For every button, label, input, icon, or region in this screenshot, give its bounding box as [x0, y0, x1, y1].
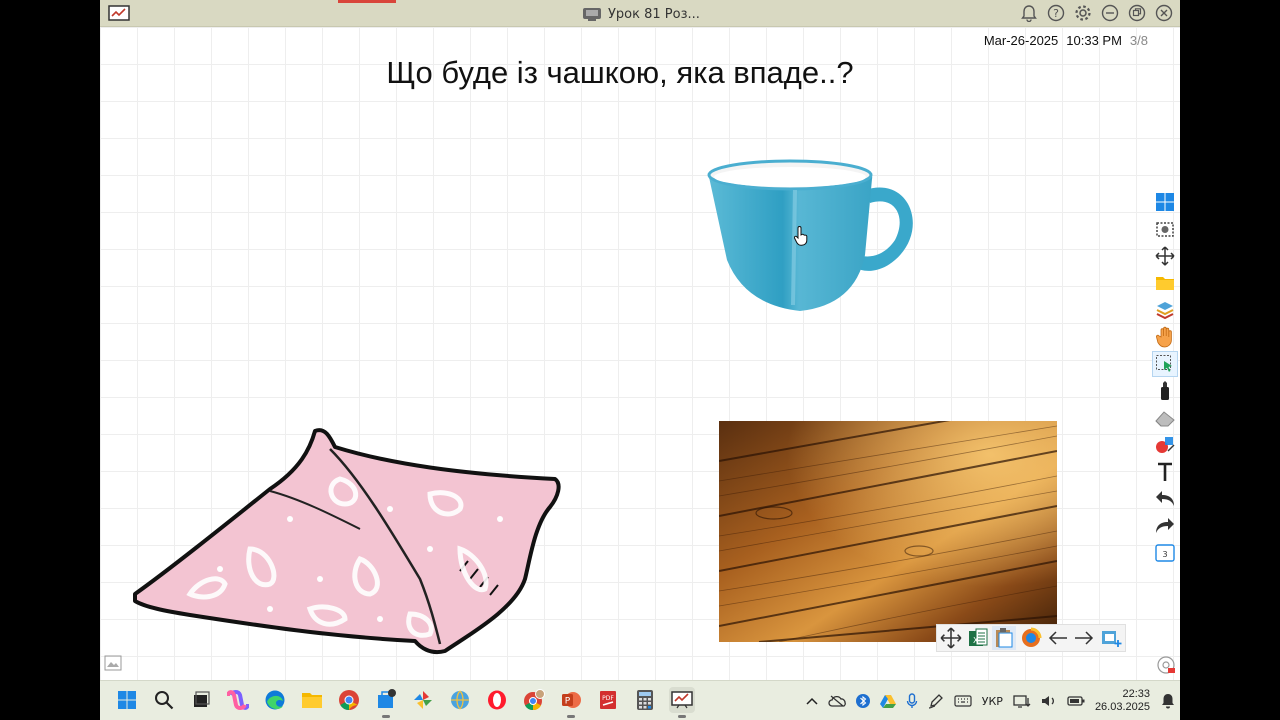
opera-icon[interactable]: [484, 687, 510, 713]
edge-icon[interactable]: [262, 687, 288, 713]
date-text: Mar-26-2025: [983, 33, 1059, 48]
globe-icon[interactable]: [447, 687, 473, 713]
shapes-icon[interactable]: [1153, 433, 1177, 457]
background-image-icon[interactable]: [104, 655, 122, 671]
explorer-icon[interactable]: [299, 687, 325, 713]
svg-text:P: P: [565, 697, 571, 707]
title-bar: Урок 81 Роз... ?: [100, 0, 1180, 27]
start-icon[interactable]: [114, 687, 140, 713]
pdf-icon[interactable]: PDF: [595, 687, 621, 713]
sheet-icon[interactable]: X: [966, 626, 990, 650]
chrome-profile-icon[interactable]: [521, 687, 547, 713]
drive-icon[interactable]: [879, 694, 896, 708]
bell-icon[interactable]: [1019, 3, 1039, 23]
document-title[interactable]: Урок 81 Роз...: [582, 4, 700, 24]
copilot-icon[interactable]: [225, 687, 251, 713]
system-clock[interactable]: 22:33 26.03.2025: [1095, 688, 1150, 714]
volume-icon[interactable]: [1041, 694, 1057, 708]
svg-text:?: ?: [1053, 7, 1059, 20]
cup-image[interactable]: [705, 155, 920, 315]
slide-title[interactable]: Що буде із чашкою, яка впаде..?: [100, 55, 1140, 91]
select-icon[interactable]: [1152, 351, 1178, 377]
whiteboard-icon[interactable]: [669, 687, 695, 718]
datetime-display: Mar-26-2025 10:33 PM 3/8: [984, 33, 1148, 48]
svg-text:PDF: PDF: [602, 695, 614, 702]
clock-time: 22:33: [1122, 688, 1150, 700]
notification-bell-icon[interactable]: [1160, 693, 1176, 709]
pillow-image[interactable]: [130, 419, 570, 659]
onedrive-icon[interactable]: [828, 695, 846, 707]
bluetooth-icon[interactable]: [855, 693, 870, 709]
pen-tray-icon[interactable]: [928, 693, 944, 709]
chrome-icon[interactable]: [336, 687, 362, 713]
gear-icon[interactable]: [1073, 3, 1093, 23]
powerpoint-icon[interactable]: P: [558, 687, 584, 718]
screen: Урок 81 Роз... ? Mar-26-2025 10:33 PM 3/…: [100, 0, 1180, 720]
move-icon[interactable]: [1153, 244, 1177, 268]
calculator-icon[interactable]: [632, 687, 658, 713]
search-icon[interactable]: [151, 687, 177, 713]
undo-icon[interactable]: [1153, 487, 1177, 511]
add-page-icon[interactable]: [1099, 626, 1123, 650]
page-count-icon[interactable]: 3: [1153, 541, 1177, 565]
restore-icon[interactable]: [1127, 3, 1147, 23]
close-icon[interactable]: [1154, 3, 1174, 23]
taskbar: P PDF УКР 22:33 26.03.2025: [100, 680, 1180, 720]
help-icon[interactable]: ?: [1046, 3, 1066, 23]
hand-icon[interactable]: [1153, 325, 1177, 349]
arrow-left-icon[interactable]: [1046, 626, 1070, 650]
microphone-icon[interactable]: [906, 693, 918, 709]
board-icon: [583, 8, 601, 21]
network-icon[interactable]: [1013, 694, 1031, 708]
time-text: 10:33 PM: [1066, 33, 1122, 48]
svg-text:X: X: [973, 636, 979, 645]
task-view-icon[interactable]: [188, 687, 214, 713]
keyboard-icon[interactable]: [954, 695, 972, 707]
page-indicator[interactable]: 3/8: [1130, 33, 1148, 48]
eraser-icon[interactable]: [1153, 406, 1177, 430]
store-icon[interactable]: [373, 687, 399, 718]
whiteboard-canvas[interactable]: Mar-26-2025 10:33 PM 3/8 Що буде із чашк…: [100, 27, 1180, 680]
move-icon[interactable]: [939, 626, 963, 650]
windows-icon[interactable]: [1153, 190, 1177, 214]
text-icon[interactable]: [1153, 460, 1177, 484]
pinwheel-icon[interactable]: [410, 687, 436, 713]
screenshot-icon[interactable]: [1153, 217, 1177, 241]
page-count-badge: 3: [1162, 550, 1167, 559]
clock-date: 26.03.2025: [1094, 701, 1150, 713]
floating-toolbar: X: [936, 624, 1126, 652]
redo-icon[interactable]: [1153, 514, 1177, 538]
whiteboard-app-icon[interactable]: [108, 5, 130, 22]
language-indicator[interactable]: УКР: [982, 695, 1003, 708]
active-tab-indicator: [338, 0, 396, 3]
hand-cursor-icon: [793, 226, 808, 246]
settings-corner-icon[interactable]: [1156, 655, 1176, 675]
chevron-up-icon[interactable]: [806, 696, 818, 706]
document-title-text: Урок 81 Роз...: [608, 6, 700, 22]
wooden-floor-image[interactable]: [719, 421, 1057, 642]
browser-icon[interactable]: [1019, 626, 1043, 650]
layers-icon[interactable]: [1153, 298, 1177, 322]
side-toolbar: 3: [1152, 190, 1179, 565]
clipboard-icon[interactable]: [992, 626, 1017, 650]
battery-icon[interactable]: [1067, 695, 1085, 707]
pen-icon[interactable]: [1153, 379, 1177, 403]
minimize-icon[interactable]: [1100, 3, 1120, 23]
folder-icon[interactable]: [1153, 271, 1177, 295]
arrow-right-icon[interactable]: [1073, 626, 1097, 650]
